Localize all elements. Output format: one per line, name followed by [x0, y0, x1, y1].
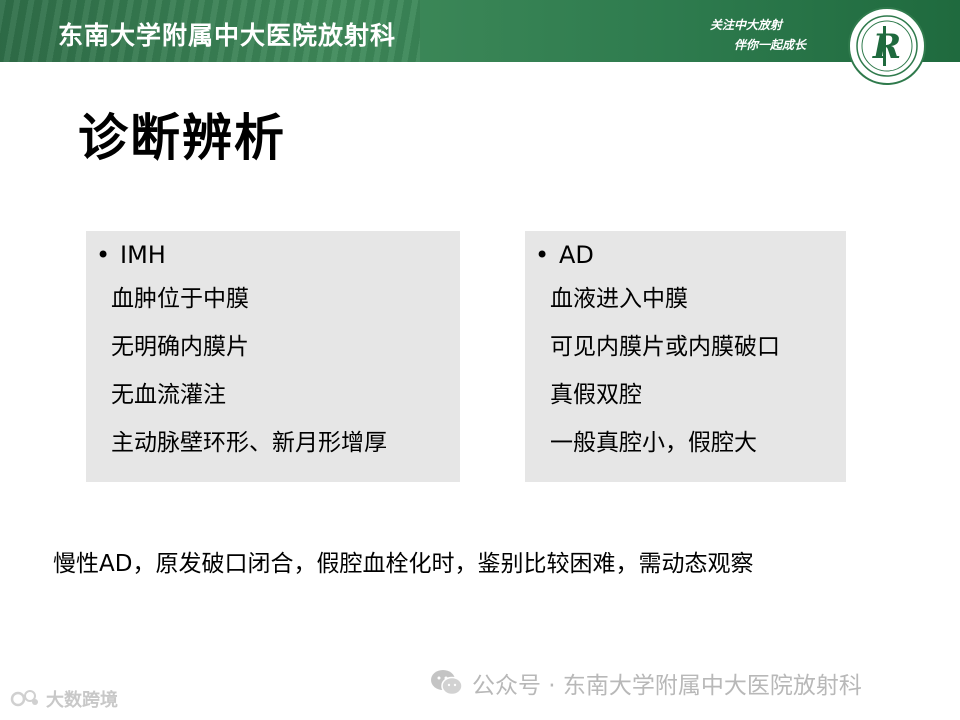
ad-heading: • AD: [535, 241, 594, 269]
department-logo: R: [848, 7, 926, 85]
wechat-icon: [431, 670, 463, 696]
hospital-title: 东南大学附属中大医院放射科: [58, 21, 397, 50]
bullet-icon: •: [535, 241, 550, 269]
slogan-line-1: 关注中大放射: [710, 18, 783, 32]
ad-heading-label: AD: [559, 241, 594, 269]
list-item: 血液进入中膜: [550, 286, 688, 312]
ad-box: • AD 血液进入中膜 可见内膜片或内膜破口 真假双腔 一般真腔小，假腔大: [525, 231, 846, 482]
wechat-watermark-text: 公众号 · 东南大学附属中大医院放射科: [472, 673, 862, 699]
imh-heading-label: IMH: [120, 241, 166, 269]
list-item: 无血流灌注: [111, 382, 226, 408]
header-banner: 东南大学附属中大医院放射科 关注中大放射 伴你一起成长: [0, 0, 960, 62]
list-item: 无明确内膜片: [111, 334, 249, 360]
list-item: 血肿位于中膜: [111, 286, 249, 312]
brand-icon: [10, 690, 38, 707]
list-item: 真假双腔: [550, 382, 642, 408]
slogan: 关注中大放射 伴你一起成长: [710, 15, 830, 55]
corner-watermark-text: 大数跨境: [46, 690, 118, 711]
logo-letter: R: [872, 27, 901, 67]
list-item: 可见内膜片或内膜破口: [550, 334, 780, 360]
ad-list: 血液进入中膜 可见内膜片或内膜破口 真假双腔 一般真腔小，假腔大: [550, 287, 780, 479]
wechat-watermark: 公众号 · 东南大学附属中大医院放射科: [430, 666, 862, 700]
imh-list: 血肿位于中膜 无明确内膜片 无血流灌注 主动脉壁环形、新月形增厚: [111, 287, 387, 479]
list-item: 一般真腔小，假腔大: [550, 430, 757, 456]
imh-heading: • IMH: [96, 241, 166, 269]
corner-watermark: 大数跨境: [10, 686, 118, 712]
imh-box: • IMH 血肿位于中膜 无明确内膜片 无血流灌注 主动脉壁环形、新月形增厚: [86, 231, 460, 482]
slide-title: 诊断辨析: [78, 109, 286, 167]
list-item: 主动脉壁环形、新月形增厚: [111, 430, 387, 456]
summary-note: 慢性AD，原发破口闭合，假腔血栓化时，鉴别比较困难，需动态观察: [53, 551, 754, 577]
bullet-icon: •: [96, 241, 111, 269]
slogan-line-2: 伴你一起成长: [734, 38, 807, 52]
